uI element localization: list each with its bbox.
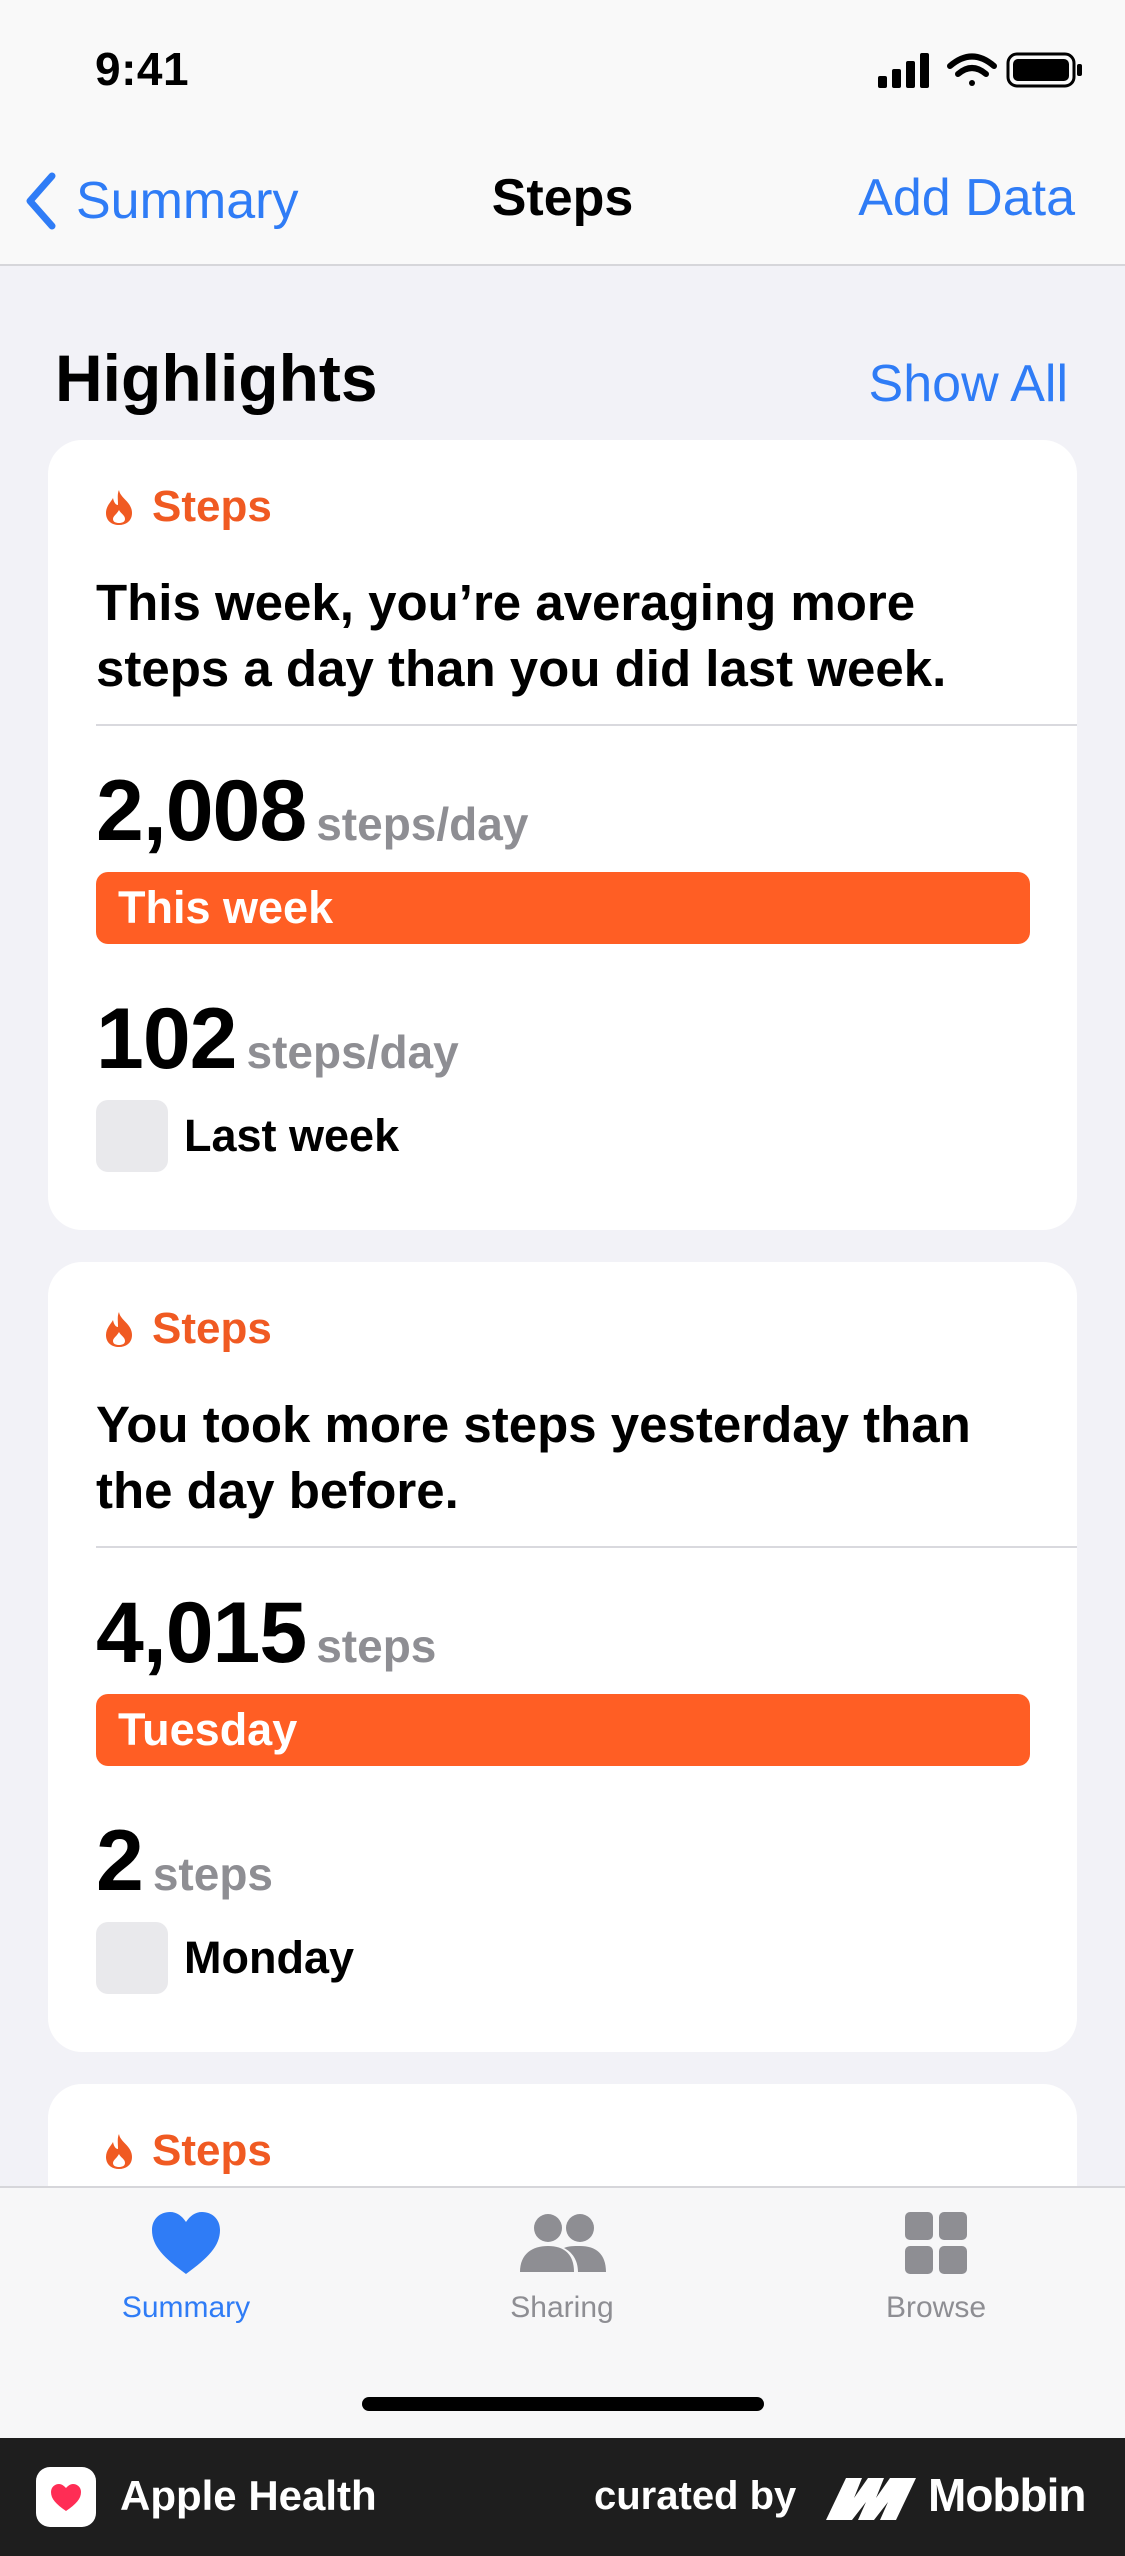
grid-icon — [905, 2212, 967, 2274]
previous-bar — [96, 1922, 168, 1994]
card-category: Steps — [104, 2126, 272, 2176]
section-title: Highlights — [55, 341, 378, 415]
flame-icon — [106, 2134, 132, 2169]
previous-label: Monday — [184, 1932, 355, 1983]
tab-label: Sharing — [510, 2291, 614, 2324]
highlight-card[interactable]: Steps You took more steps yesterday than… — [48, 1262, 1077, 2052]
wifi-icon — [947, 53, 997, 86]
card-category-label: Steps — [152, 482, 272, 531]
previous-value-unit: steps — [152, 1848, 274, 1900]
card-summary-text: This week, you’re averaging more steps a… — [96, 574, 947, 697]
battery-icon — [1006, 52, 1082, 88]
tab-sharing[interactable]: Sharing — [442, 2210, 682, 2325]
card-category: Steps — [104, 1304, 272, 1354]
current-bar: This week — [96, 872, 1030, 944]
current-value: 2,008 steps/day — [96, 762, 528, 861]
status-time: 9:41 — [95, 43, 190, 95]
previous-bar — [96, 1100, 168, 1172]
current-value-unit: steps/day — [316, 798, 529, 850]
previous-value-number: 102 — [96, 991, 237, 1087]
people-icon — [520, 2214, 606, 2272]
previous-value: 2 steps — [96, 1812, 273, 1911]
highlight-card[interactable]: Steps This week, you’re averaging more s… — [48, 440, 1077, 1230]
previous-value-number: 2 — [96, 1813, 144, 1909]
brand-name: Mobbin — [928, 2469, 1086, 2521]
card-category: Steps — [104, 482, 272, 532]
card-divider — [96, 724, 1077, 726]
previous-value: 102 steps/day — [96, 990, 459, 1089]
apple-health-app-icon — [36, 2467, 96, 2527]
tab-label: Summary — [121, 2291, 251, 2324]
previous-value-unit: steps/day — [246, 1026, 459, 1078]
current-bar: Tuesday — [96, 1694, 1030, 1766]
home-indicator — [362, 2397, 764, 2411]
show-all-button[interactable]: Show All — [869, 354, 1068, 414]
status-icons — [878, 52, 1082, 88]
flame-icon — [106, 490, 132, 525]
curated-by-label: curated by — [594, 2474, 797, 2518]
tab-browse[interactable]: Browse — [816, 2210, 1056, 2325]
mobbin-logo-icon — [826, 2478, 916, 2520]
current-value-unit: steps — [316, 1620, 437, 1672]
flame-icon — [106, 1312, 132, 1347]
app-name: Apple Health — [120, 2472, 377, 2519]
card-summary-text: You took more steps yesterday than the d… — [96, 1396, 971, 1519]
tab-label: Browse — [885, 2291, 987, 2324]
current-value: 4,015 steps — [96, 1584, 436, 1683]
tab-summary[interactable]: Summary — [66, 2210, 306, 2325]
attribution-footer: Apple Health curated by Mobbin — [0, 2438, 1125, 2556]
previous-label: Last week — [184, 1110, 400, 1161]
current-value-number: 4,015 — [96, 1585, 307, 1681]
heart-icon — [152, 2212, 220, 2274]
navigation-header: 9:41 Summary Steps Add Data — [0, 0, 1125, 266]
add-data-button[interactable]: Add Data — [858, 168, 1075, 228]
current-value-number: 2,008 — [96, 763, 307, 859]
card-category-label: Steps — [152, 2126, 272, 2175]
cellular-signal-icon — [878, 53, 929, 88]
card-divider — [96, 1546, 1077, 1548]
card-category-label: Steps — [152, 1304, 272, 1353]
